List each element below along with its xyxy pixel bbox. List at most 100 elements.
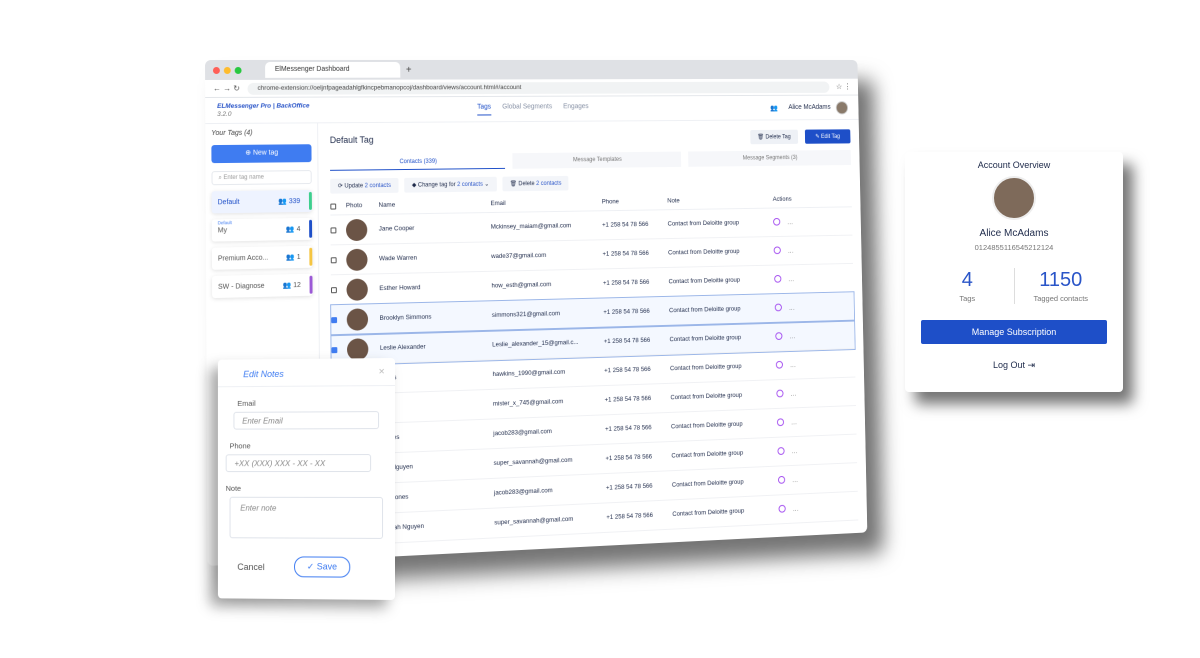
select-all-checkbox[interactable] bbox=[330, 203, 337, 210]
update-contacts-button[interactable]: ⟳ Update 2 contacts bbox=[330, 177, 399, 194]
save-button[interactable]: ✓ Save bbox=[294, 556, 350, 578]
more-icon[interactable]: ··· bbox=[793, 507, 799, 514]
more-icon[interactable]: ··· bbox=[787, 220, 793, 227]
row-checkbox[interactable] bbox=[330, 256, 337, 263]
users-icon[interactable]: 👥 bbox=[770, 104, 778, 112]
tab-message-segments[interactable]: Message Segments (3) bbox=[688, 149, 851, 167]
tab-tags[interactable]: Tags bbox=[477, 103, 492, 116]
col-name: Name bbox=[378, 201, 396, 209]
cancel-button[interactable]: Cancel bbox=[237, 561, 264, 571]
sidebar-title: Your Tags (4) bbox=[211, 129, 253, 138]
row-checkbox[interactable] bbox=[330, 226, 337, 233]
tab-contacts[interactable]: Contacts (339) bbox=[329, 153, 506, 171]
logout-label: Log Out bbox=[992, 360, 1025, 370]
row-actions: ··· bbox=[777, 474, 814, 485]
tag-count-value: 1 bbox=[296, 253, 301, 262]
row-checkbox[interactable] bbox=[330, 286, 337, 293]
brand-version: 3.2.0 bbox=[217, 110, 232, 118]
new-tag-button[interactable]: ⊕ New tag bbox=[211, 144, 312, 164]
email-field[interactable]: Enter Email bbox=[233, 411, 380, 430]
logout-button[interactable]: Log Out ⇥ bbox=[921, 360, 1107, 371]
messenger-icon[interactable] bbox=[777, 446, 785, 455]
more-icon[interactable]: ··· bbox=[788, 249, 794, 256]
manage-subscription-button[interactable]: Manage Subscription bbox=[921, 320, 1107, 344]
avatar[interactable] bbox=[835, 100, 849, 114]
row-actions: ··· bbox=[774, 274, 809, 284]
save-label: Save bbox=[316, 561, 337, 572]
messenger-icon[interactable] bbox=[776, 389, 784, 397]
tab-global-segments[interactable]: Global Segments bbox=[502, 103, 552, 114]
sidebar-item-tag[interactable]: SW - Diagnose 👥 12 bbox=[212, 274, 313, 298]
messenger-icon[interactable] bbox=[773, 245, 781, 254]
tags-label: Tags bbox=[959, 294, 976, 303]
reload-icon[interactable]: ↻ bbox=[233, 84, 240, 93]
main-panel: Default Tag 🗑 Delete Tag ✎ Edit Tag Cont… bbox=[318, 120, 867, 560]
tab-engages[interactable]: Engages bbox=[563, 103, 589, 114]
contact-phone: +1 258 54 78 566 bbox=[605, 424, 652, 433]
update-count: 2 contacts bbox=[364, 182, 391, 190]
messenger-icon[interactable] bbox=[775, 331, 783, 340]
forward-icon[interactable]: → bbox=[223, 84, 231, 93]
more-icon[interactable]: ··· bbox=[790, 363, 796, 370]
messenger-icon[interactable] bbox=[776, 417, 785, 426]
account-title: Account Overview bbox=[977, 160, 1051, 170]
menu-icon[interactable]: ⋮ bbox=[844, 82, 851, 90]
contact-phone: +1 258 54 78 566 bbox=[605, 482, 653, 492]
messenger-icon[interactable] bbox=[773, 217, 781, 226]
delete-contacts-button[interactable]: 🗑 Delete 2 contacts bbox=[502, 175, 569, 192]
row-checkbox[interactable] bbox=[331, 346, 338, 353]
messenger-icon[interactable] bbox=[777, 475, 786, 484]
more-icon[interactable]: ··· bbox=[792, 478, 798, 485]
note-field[interactable]: Enter note bbox=[229, 496, 384, 539]
messenger-icon[interactable] bbox=[774, 274, 782, 283]
contact-name: ...nnah Nguyen bbox=[381, 522, 425, 532]
change-tag-button[interactable]: ◆ Change tag for 2 contacts ⌄ bbox=[404, 176, 497, 193]
contact-email: wade37@gmail.com bbox=[491, 252, 547, 261]
messenger-icon[interactable] bbox=[774, 303, 782, 311]
col-email: Email bbox=[490, 200, 506, 208]
tagged-label: Tagged contacts bbox=[1033, 294, 1089, 303]
more-icon[interactable]: ··· bbox=[789, 306, 795, 313]
contact-phone: +1 258 54 78 566 bbox=[605, 453, 653, 463]
address-bar[interactable]: chrome-extension://oeljnfpageadahlgfkinc… bbox=[247, 81, 830, 95]
minimize-dot[interactable] bbox=[223, 66, 231, 74]
tagged-count: 1150 bbox=[1039, 269, 1083, 291]
row-checkbox[interactable] bbox=[331, 316, 338, 323]
contact-email: hawkins_1990@gmail.com bbox=[492, 368, 566, 379]
close-icon[interactable]: ✕ bbox=[378, 367, 385, 376]
edit-tag-button[interactable]: ✎ Edit Tag bbox=[804, 128, 851, 144]
sidebar-item-tag[interactable]: Premium Acco... 👥 1 bbox=[212, 246, 313, 270]
more-icon[interactable]: ··· bbox=[788, 277, 794, 284]
close-dot[interactable] bbox=[212, 66, 220, 74]
col-actions: Actions bbox=[772, 195, 792, 203]
browser-tab[interactable]: ElMessenger Dashboard bbox=[265, 61, 401, 78]
delete-tag-label: Delete Tag bbox=[765, 133, 791, 140]
messenger-icon[interactable] bbox=[775, 360, 784, 369]
phone-field[interactable]: +XX (XXX) XXX - XX - XX bbox=[225, 454, 372, 473]
maximize-dot[interactable] bbox=[234, 66, 242, 74]
messenger-icon[interactable] bbox=[778, 504, 786, 513]
tab-message-templates[interactable]: Message Templates bbox=[512, 151, 682, 169]
page-title: Default Tag bbox=[329, 134, 374, 146]
tag-color-bar bbox=[308, 191, 312, 210]
star-icon[interactable]: ☆ bbox=[836, 82, 842, 90]
row-actions: ··· bbox=[775, 359, 812, 370]
more-icon[interactable]: ··· bbox=[792, 449, 798, 456]
new-tab-icon[interactable]: + bbox=[406, 64, 412, 75]
contact-phone: +1 258 54 78 566 bbox=[606, 512, 654, 522]
more-icon[interactable]: ··· bbox=[789, 334, 795, 341]
tag-count-value: 4 bbox=[296, 225, 301, 234]
tag-search-input[interactable]: ⌕ Enter tag name bbox=[211, 170, 312, 186]
sidebar-item-tag[interactable]: Default My 👥 4 bbox=[212, 218, 313, 242]
user-menu[interactable]: 👥 Alice McAdams bbox=[770, 100, 849, 115]
users-icon: 👥 bbox=[282, 282, 292, 290]
back-icon[interactable]: ← bbox=[213, 84, 221, 93]
contact-email: super_savannah@gmail.com bbox=[494, 515, 574, 527]
more-icon[interactable]: ··· bbox=[791, 391, 797, 398]
delete-tag-button[interactable]: 🗑 Delete Tag bbox=[750, 129, 798, 144]
contact-note: Contact from Deloitte group bbox=[672, 507, 745, 518]
more-icon[interactable]: ··· bbox=[791, 420, 797, 427]
contact-photo bbox=[346, 337, 369, 361]
contact-note: Contact from Deloitte group bbox=[671, 449, 744, 460]
sidebar-item-tag[interactable]: Default 👥 339 bbox=[211, 189, 312, 214]
